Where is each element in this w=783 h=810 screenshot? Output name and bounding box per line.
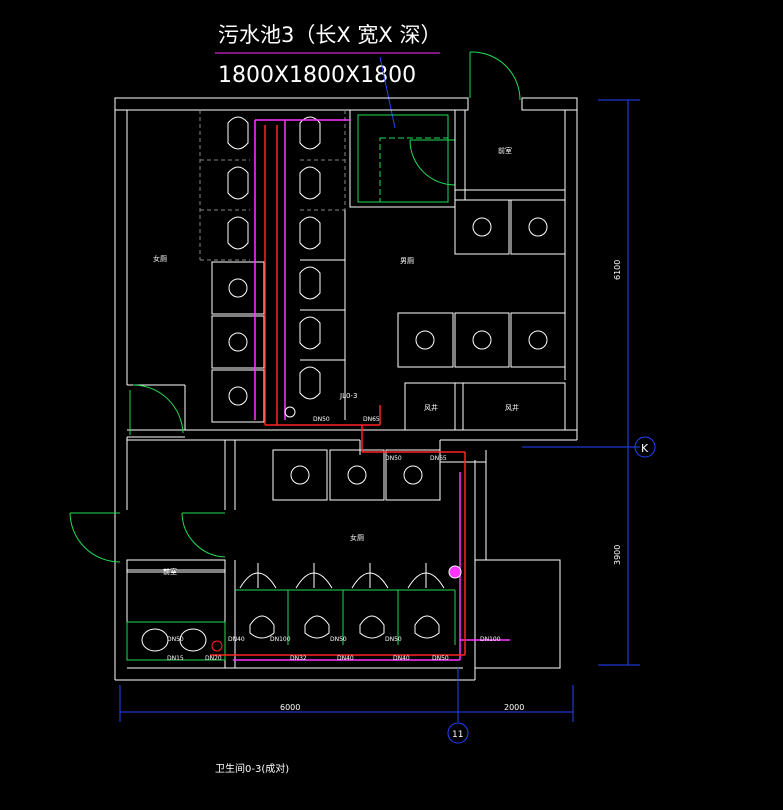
lower-sink-grid [272,449,441,501]
room-front-room-left: 前室 [163,567,177,576]
pipe-label-dn50-c: DN50 [167,636,184,643]
pipe-label-dn65-a: DN65 [363,416,380,423]
pipe-label-dn50-a: DN50 [313,416,330,423]
pipe-label-dn40-a: DN40 [228,636,245,643]
sewage-pool [349,109,456,208]
pipe-label-dn50-f: DN50 [432,655,449,662]
pipes-red [210,125,466,656]
pipe-label-dn100: DN100 [480,636,501,643]
pipe-riser [448,565,462,579]
pipe-label-dn50-e: DN50 [385,636,402,643]
left-pan-grid [211,261,265,423]
dimension-right-top: 6100 [613,260,622,280]
annotation-dimensions: 1800X1800X1800 [218,63,416,88]
pipe-cleanout [284,406,296,418]
pipe-floor-drain [211,640,223,652]
dimension-bottom-right: 2000 [504,703,524,712]
axis-label-k: K [641,442,649,455]
pipe-label-dn50-b: DN50 [385,455,402,462]
room-shaft-1: 风井 [424,403,438,412]
urinals [239,563,445,589]
pipes-magenta [233,119,510,661]
pipe-label-dn65-b: DN65 [430,455,447,462]
walls [114,97,578,681]
room-front-room: 前室 [498,146,512,155]
pipe-label-dn32: DN32 [290,655,307,662]
pipe-label-jl: JL0-3 [339,392,357,400]
axis-label-11: 11 [452,730,463,740]
room-male-toilet-top: 男厕 [400,257,414,265]
room-female-toilet: 女厕 [153,254,167,263]
squat-toilets-right [299,116,321,400]
middle-stall-partitions [300,210,346,420]
floor-plan-drawing: 污水池3（长X 宽X 深） 1800X1800X1800 前室 女厕 男厕 女厕… [69,23,656,775]
pipe-label-dn20: DN20 [205,655,222,662]
room-male-toilet-bottom: 女厕 [350,533,364,542]
dimension-bottom-left: 6000 [280,703,300,712]
pipe-label-dn40-b: DN40 [337,655,354,662]
pipe-label-dn100-b: DN100 [270,636,291,643]
pipe-label-dn40-c: DN40 [393,655,410,662]
lower-toilets [249,615,440,639]
upper-stalls [199,110,346,261]
room-shaft-2: 风井 [505,403,519,412]
pipe-label-dn15: DN15 [167,655,184,662]
pipe-label-dn50-d: DN50 [330,636,347,643]
drawing-caption: 卫生间0-3(成对) [215,762,289,775]
annotation-title: 污水池3（长X 宽X 深） [218,23,441,47]
right-pan-grid [397,199,566,368]
dimension-right-bottom: 3900 [613,545,622,565]
doors [69,51,521,563]
squat-toilets-left [227,116,249,250]
